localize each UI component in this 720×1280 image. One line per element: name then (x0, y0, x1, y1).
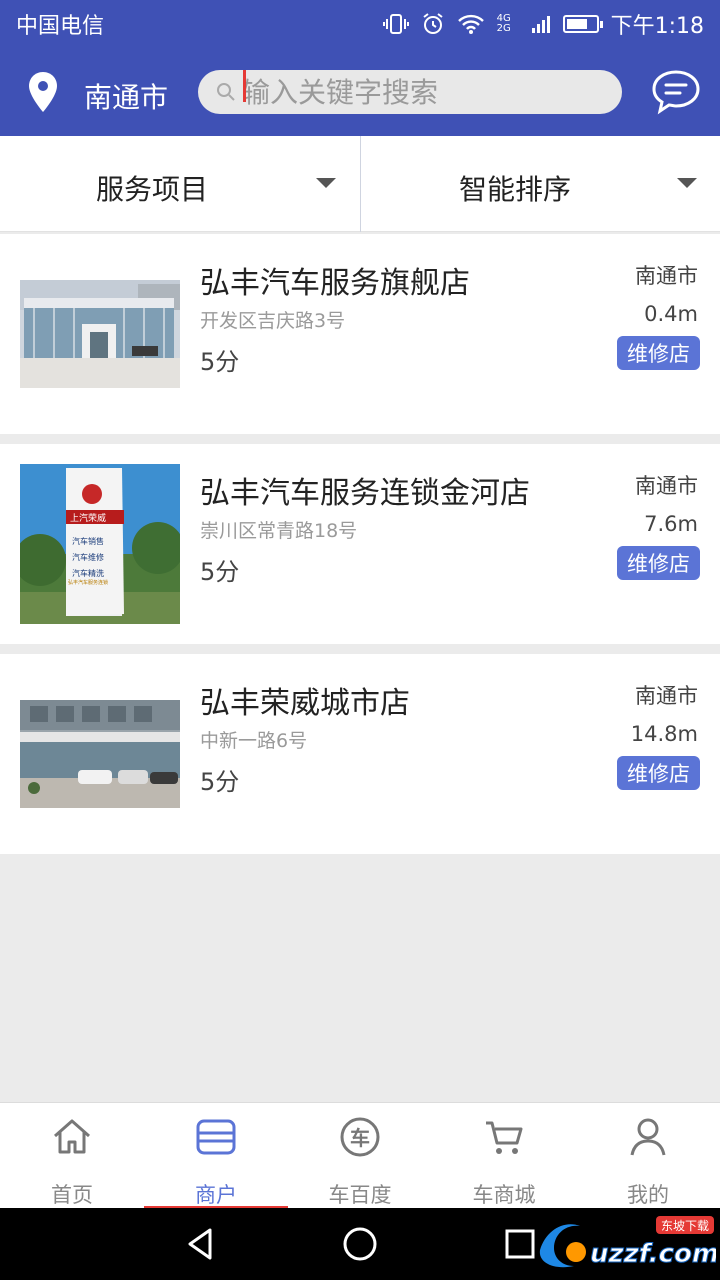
watermark-logo: uzzf.com 东坡下载 (539, 1216, 716, 1270)
sign-repair: 汽车维修 (72, 552, 104, 562)
user-icon (630, 1118, 666, 1156)
search-box[interactable] (198, 70, 622, 114)
message-bubble-icon[interactable] (650, 68, 702, 116)
sign-brand: 上汽荣威 (70, 512, 106, 524)
shop-name: 弘丰汽车服务连锁金河店 (200, 476, 530, 511)
shop-photo: 上汽荣威 汽车销售 汽车维修 汽车精洗 弘丰汽车服务连锁 (20, 464, 180, 624)
caret-down-icon (677, 178, 697, 188)
watermark-text: uzzf.com (590, 1239, 716, 1269)
shop-type-badge: 维修店 (617, 336, 700, 370)
caret-down-icon (316, 178, 336, 188)
shop-type-badge: 维修店 (617, 756, 700, 790)
tab-mine-label: 我的 (627, 1183, 669, 1207)
shop-name: 弘丰荣威城市店 (200, 686, 410, 721)
tab-merchants-label: 商户 (195, 1183, 237, 1207)
shop-list: 弘丰汽车服务旗舰店 开发区吉庆路3号 5分 南通市 0.4m 维修店 上汽荣威 … (0, 234, 720, 864)
shop-city: 南通市 (635, 474, 698, 498)
watermark-subtext: 东坡下载 (661, 1219, 709, 1233)
signal-icon (531, 16, 550, 33)
shop-photo (20, 700, 180, 808)
city-selector[interactable]: 南通市 (84, 76, 168, 116)
bottom-nav: 首页 商户 车 车百度 车商城 我的 (0, 1102, 720, 1209)
shop-distance: 14.8m (630, 722, 698, 746)
status-bar: 中国电信 4G 2G 下午1:18 (0, 0, 720, 48)
shop-card[interactable]: 弘丰汽车服务旗舰店 开发区吉庆路3号 5分 南通市 0.4m 维修店 (0, 234, 720, 434)
status-icons: 4G 2G 下午1:18 (382, 8, 704, 40)
tab-car-mall-label: 车商城 (472, 1183, 536, 1207)
sign-company: 弘丰汽车服务连锁 (68, 579, 108, 586)
battery-icon (562, 15, 603, 33)
shop-card[interactable]: 上汽荣威 汽车销售 汽车维修 汽车精洗 弘丰汽车服务连锁 弘丰汽车服务连锁金河店… (0, 444, 720, 644)
carrier-label: 中国电信 (16, 14, 105, 39)
shop-rating: 5分 (200, 348, 240, 376)
vibrate-icon (382, 14, 409, 34)
tab-merchants[interactable]: 商户 (144, 1103, 288, 1209)
network-type: 4G 2G (496, 13, 511, 34)
tab-home-label: 首页 (51, 1183, 93, 1207)
tab-home[interactable]: 首页 (0, 1103, 144, 1209)
service-filter-label: 服务项目 (96, 173, 209, 206)
shop-city: 南通市 (635, 264, 698, 288)
text-cursor (243, 70, 246, 102)
svg-text:车: 车 (350, 1126, 370, 1150)
location-pin-icon[interactable] (26, 70, 60, 114)
shop-card[interactable]: 弘丰荣威城市店 中新一路6号 5分 南通市 14.8m 维修店 (0, 654, 720, 854)
service-filter-dropdown[interactable]: 服务项目 (0, 136, 360, 232)
shop-address: 中新一路6号 (200, 730, 308, 752)
recents-icon[interactable] (502, 1226, 538, 1262)
shop-name: 弘丰汽车服务旗舰店 (200, 266, 470, 301)
app-header: 南通市 (0, 48, 720, 136)
back-icon[interactable] (182, 1226, 218, 1262)
shop-photo (20, 280, 180, 388)
sort-filter-label: 智能排序 (459, 173, 572, 206)
home-button-icon[interactable] (342, 1226, 378, 1262)
tab-car-baidu[interactable]: 车 车百度 (288, 1103, 432, 1209)
shop-type-badge: 维修店 (617, 546, 700, 580)
alarm-icon (422, 13, 443, 34)
car-char-icon: 车 (340, 1117, 380, 1157)
shop-address: 崇川区常青路18号 (200, 520, 358, 542)
sort-filter-dropdown[interactable]: 智能排序 (360, 136, 720, 232)
wifi-icon (457, 14, 484, 34)
shop-address: 开发区吉庆路3号 (200, 310, 346, 332)
sign-sales: 汽车销售 (72, 536, 104, 546)
shop-distance: 0.4m (644, 302, 698, 326)
home-icon (54, 1119, 90, 1154)
clock: 下午1:18 (610, 14, 704, 39)
sign-wash: 汽车精洗 (72, 568, 104, 578)
cart-icon (486, 1121, 523, 1154)
search-input[interactable] (242, 70, 612, 114)
shop-city: 南通市 (635, 684, 698, 708)
shop-rating: 5分 (200, 768, 240, 796)
filter-bar: 服务项目 智能排序 (0, 136, 720, 232)
tab-car-mall[interactable]: 车商城 (432, 1103, 576, 1209)
tab-car-baidu-label: 车百度 (328, 1183, 392, 1207)
shop-distance: 7.6m (644, 512, 698, 536)
shop-rating: 5分 (200, 558, 240, 586)
search-icon (217, 83, 235, 101)
tab-mine[interactable]: 我的 (576, 1103, 720, 1209)
shop-icon (196, 1119, 236, 1155)
